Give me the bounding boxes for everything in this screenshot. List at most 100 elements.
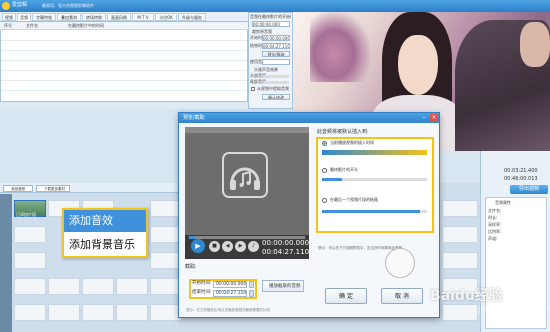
option-current-time-radio[interactable]: [322, 141, 327, 146]
option-movie-start-radio[interactable]: [322, 168, 327, 173]
clip-slot[interactable]: [14, 278, 46, 295]
volume-icon[interactable]: ♪: [248, 241, 259, 252]
row-divider: [1, 60, 247, 61]
clip-slot[interactable]: [14, 304, 46, 321]
export-video-button[interactable]: 导出视频: [510, 185, 548, 194]
insert-position-title: 此音频将被默认插入到:: [317, 129, 369, 135]
clip-slot[interactable]: [48, 304, 80, 321]
baidu-watermark: Baidu经验: [430, 288, 503, 304]
dialog-end-label: 结束时间:: [192, 290, 212, 295]
cut-audio-label: 裁剪原音频: [252, 29, 272, 34]
actress-face: [398, 35, 438, 95]
menu-item-add-sound-effect[interactable]: 添加音效: [64, 210, 146, 232]
dialog-end-field[interactable]: 00:04:27.110: [213, 290, 247, 297]
tab-video[interactable]: 视频: [2, 13, 16, 21]
fade-label: 头尾声音效果: [254, 67, 278, 72]
add-audio-button[interactable]: 添加音频: [3, 185, 33, 192]
app-logo-icon: [2, 2, 10, 10]
dialog-start-field[interactable]: 00:00:00.000: [213, 281, 247, 288]
prop-filename: 文件名:: [488, 208, 502, 213]
timeline-position-bar: [322, 150, 427, 155]
stop-icon[interactable]: ■: [209, 241, 220, 252]
play-button[interactable]: ▶: [191, 239, 205, 253]
cancel-button[interactable]: 取 消: [381, 288, 423, 304]
clip-slot[interactable]: [14, 226, 46, 243]
clip-slot[interactable]: [82, 278, 114, 295]
start-pick-icon[interactable]: [249, 281, 254, 288]
clip-slot[interactable]: [82, 304, 114, 321]
dialog-current-time: 00:00:00.000: [262, 239, 310, 247]
dialog-start-label: 开始时间:: [192, 281, 212, 286]
clip-slot[interactable]: [14, 252, 46, 269]
blossom-tree: [310, 12, 370, 82]
step-forward-icon[interactable]: ▶: [235, 241, 246, 252]
tab-filter[interactable]: 画面风格: [107, 13, 131, 21]
end-pick-icon[interactable]: [249, 290, 254, 297]
row-divider: [1, 40, 247, 41]
tab-overlay[interactable]: 叠加素材: [57, 13, 81, 21]
confirm-edit-button[interactable]: 确认修改: [262, 94, 290, 100]
total-time: 00:46:00.013: [504, 176, 538, 182]
movie-start-marker: [322, 178, 342, 181]
baidu-watermark-url: jingyan.baidu.com: [478, 305, 550, 314]
clip-slot[interactable]: [48, 278, 80, 295]
play-cut-audio-button[interactable]: 播放截取的音频: [262, 280, 304, 292]
app-subtitle: 最易用、强大的视频剪辑软件: [42, 3, 94, 8]
mascot-illustration: [385, 248, 415, 278]
tail-volume-slider[interactable]: [263, 81, 289, 84]
track-select[interactable]: [262, 59, 290, 65]
cut-end-field[interactable]: 00:04:27.110: [262, 43, 290, 49]
download-material-button[interactable]: 下载更多素材: [36, 185, 70, 192]
prop-duration: 时长:: [488, 215, 498, 220]
close-icon[interactable]: ×: [430, 114, 438, 122]
menu-item-add-background-music[interactable]: 添加背景音乐: [64, 233, 146, 256]
tab-transition[interactable]: 转场特效: [82, 13, 106, 21]
preview-cut-button[interactable]: 预览/截取: [262, 51, 290, 57]
ok-button[interactable]: 确 定: [325, 288, 367, 304]
clip-slot[interactable]: [442, 252, 478, 269]
col-header-index: 序号: [4, 23, 12, 28]
option-last-clip-end-label: 在最后一个视频片段的结尾: [330, 197, 378, 202]
properties-title: 音频属性: [495, 200, 511, 205]
option-last-clip-end-radio[interactable]: [322, 198, 327, 203]
tab-audio[interactable]: 音频: [17, 13, 31, 21]
minimize-icon[interactable]: –: [420, 114, 428, 122]
start-time-field[interactable]: 00:00:00.000: [252, 21, 290, 27]
row-divider: [1, 90, 247, 91]
tab-subtitle-effects[interactable]: 字幕特效: [32, 13, 56, 21]
clip-slot[interactable]: [442, 226, 478, 243]
tab-upgrade[interactable]: 升级与服务: [178, 13, 206, 21]
dialog-title: 预览/截取: [183, 115, 205, 121]
clip-slot[interactable]: [442, 200, 478, 217]
clip-slot[interactable]: [116, 278, 148, 295]
option-movie-start-label: 最终影片的开头: [330, 167, 358, 172]
tab-mtv[interactable]: M T V: [132, 13, 154, 21]
prop-bitrate: 比特率:: [488, 229, 502, 234]
option-current-time-label: 当前播放视频的插入时间: [330, 140, 374, 145]
headphones-music-icon: [222, 152, 268, 198]
row-divider: [1, 80, 247, 81]
col-header-time: 在最终影片中的时间: [68, 23, 104, 28]
head-volume-slider[interactable]: [263, 75, 289, 78]
dialog-hint: 提示：在左侧播放区域点击播放音频并截取需要的片段: [186, 308, 270, 312]
row-divider: [1, 50, 247, 51]
start-time-label: 音频在最终影片的开始时间: [250, 14, 291, 19]
dialog-total-time: 00:04:27.110: [262, 248, 310, 256]
extract-audio-checkbox[interactable]: [251, 87, 255, 91]
col-header-filename: 文件名: [26, 23, 38, 28]
tab-karaoke[interactable]: 卡拉OK: [155, 13, 177, 21]
cut-start-field[interactable]: 00:00:00.000: [262, 35, 290, 41]
options-note: 提示：可以在下方视频预览中，定位好时间再添加音频: [318, 246, 402, 250]
prop-channels: 声道:: [488, 236, 498, 241]
extract-audio-label: 从视频中提取音频: [257, 86, 289, 91]
track-header-column: [0, 194, 12, 332]
clip-slot[interactable]: [116, 304, 148, 321]
seek-progress: [189, 236, 195, 239]
prop-samplerate: 采样率:: [488, 222, 502, 227]
clip-slot[interactable]: [442, 304, 478, 321]
step-back-icon[interactable]: ◀: [222, 241, 233, 252]
cut-section-label: 截取:: [185, 264, 197, 270]
file-panel-footer: [0, 103, 248, 109]
actor-face: [520, 22, 550, 67]
last-clip-fill: [322, 210, 420, 213]
